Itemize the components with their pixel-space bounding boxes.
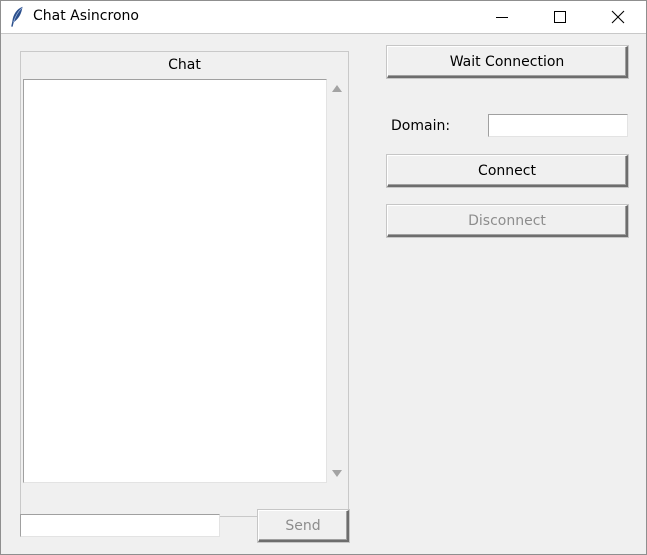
- close-icon: [611, 10, 625, 24]
- chat-label: Chat: [168, 57, 201, 73]
- window-title: Chat Asincrono: [33, 8, 139, 24]
- domain-input[interactable]: [488, 114, 628, 137]
- minimize-icon: [496, 17, 508, 18]
- arrow-up-icon[interactable]: [332, 85, 342, 92]
- disconnect-button[interactable]: Disconnect: [387, 205, 628, 237]
- arrow-down-icon[interactable]: [332, 470, 342, 477]
- wait-connection-button[interactable]: Wait Connection: [387, 46, 628, 78]
- chat-text-area[interactable]: [23, 79, 327, 483]
- title-bar[interactable]: Chat Asincrono: [1, 1, 646, 34]
- message-input[interactable]: [20, 514, 220, 537]
- feather-icon: [10, 6, 24, 27]
- client-area: Chat Send Wait Connection Domain: Connec…: [1, 34, 646, 554]
- app-window: Chat Asincrono Chat Send Wait Connection…: [0, 0, 647, 555]
- maximize-button[interactable]: [531, 1, 589, 33]
- connect-button[interactable]: Connect: [387, 155, 628, 187]
- close-button[interactable]: [589, 1, 647, 33]
- chat-frame: Chat: [20, 51, 349, 517]
- maximize-icon: [554, 11, 566, 23]
- send-button[interactable]: Send: [258, 510, 349, 542]
- minimize-button[interactable]: [473, 1, 531, 33]
- domain-label: Domain:: [391, 118, 451, 134]
- chat-scrollbar[interactable]: [327, 79, 347, 483]
